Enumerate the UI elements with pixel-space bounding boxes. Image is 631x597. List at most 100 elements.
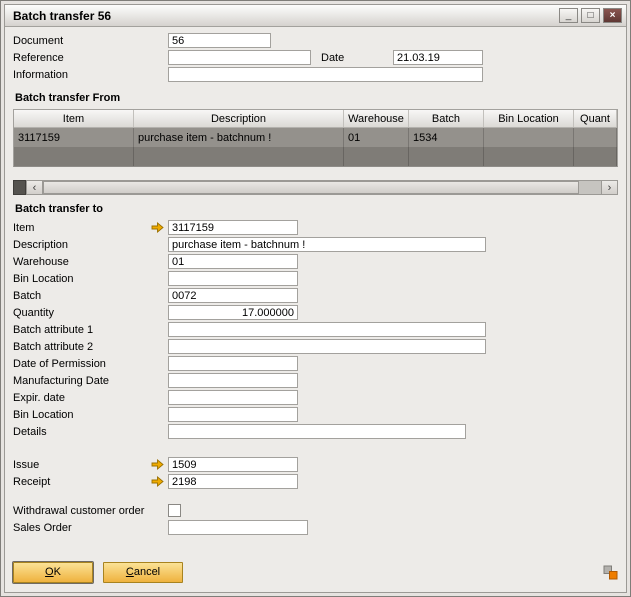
- description-input[interactable]: [168, 237, 486, 252]
- batch-row: Batch: [13, 288, 618, 303]
- manufacturing-date-label: Manufacturing Date: [13, 375, 151, 387]
- from-section-title: Batch transfer From: [15, 92, 618, 104]
- receipt-label: Receipt: [13, 476, 151, 488]
- issue-label: Issue: [13, 459, 151, 471]
- ok-button[interactable]: OK: [13, 562, 93, 583]
- link-arrow-icon[interactable]: [151, 458, 168, 471]
- manufacturing-date-input[interactable]: [168, 373, 298, 388]
- document-input[interactable]: [168, 33, 271, 48]
- batch-from-grid: Item Description Warehouse Batch Bin Loc…: [13, 109, 618, 167]
- document-label: Document: [13, 35, 168, 47]
- footer: OK Cancel: [13, 560, 618, 584]
- details-input[interactable]: [168, 424, 466, 439]
- cancel-button[interactable]: Cancel: [103, 562, 183, 583]
- batch-label: Batch: [13, 290, 151, 302]
- date-of-permission-input[interactable]: [168, 356, 298, 371]
- scroll-right-icon[interactable]: ›: [601, 180, 618, 195]
- reference-label: Reference: [13, 52, 168, 64]
- item-input[interactable]: [168, 220, 298, 235]
- minimize-button[interactable]: _: [559, 8, 578, 23]
- bin-location-2-input[interactable]: [168, 407, 298, 422]
- expir-date-input[interactable]: [168, 390, 298, 405]
- scrollbar-track[interactable]: [43, 180, 601, 195]
- window-controls: _ □ ×: [559, 8, 622, 23]
- batch-input[interactable]: [168, 288, 298, 303]
- cell-batch[interactable]: 1534: [409, 128, 484, 147]
- grid-row-1[interactable]: 3117159 purchase item - batchnum ! 01 15…: [14, 128, 617, 147]
- details-row: Details: [13, 424, 618, 439]
- maximize-button[interactable]: □: [581, 8, 600, 23]
- form-settings-icon[interactable]: [602, 564, 618, 580]
- warehouse-input[interactable]: [168, 254, 298, 269]
- spacer: [13, 537, 618, 560]
- batch-attribute-1-input[interactable]: [168, 322, 486, 337]
- batch-attribute-2-row: Batch attribute 2: [13, 339, 618, 354]
- cell-description[interactable]: purchase item - batchnum !: [134, 128, 344, 147]
- bin-location-2-label: Bin Location: [13, 409, 151, 421]
- column-header-quantity: Quant: [574, 110, 617, 127]
- issue-row: Issue: [13, 457, 618, 472]
- expir-date-label: Expir. date: [13, 392, 151, 404]
- batch-attribute-1-row: Batch attribute 1: [13, 322, 618, 337]
- cell-warehouse[interactable]: 01: [344, 128, 409, 147]
- warehouse-label: Warehouse: [13, 256, 151, 268]
- receipt-input[interactable]: [168, 474, 298, 489]
- bin-location-2-row: Bin Location: [13, 407, 618, 422]
- withdrawal-label: Withdrawal customer order: [13, 505, 168, 517]
- cell-bin-location[interactable]: [484, 128, 574, 147]
- cell-quantity[interactable]: [574, 128, 617, 147]
- sales-order-row: Sales Order: [13, 520, 618, 535]
- batch-attribute-2-input[interactable]: [168, 339, 486, 354]
- column-header-warehouse: Warehouse: [344, 110, 409, 127]
- date-of-permission-row: Date of Permission: [13, 356, 618, 371]
- window-title: Batch transfer 56: [13, 9, 559, 23]
- cancel-button-label: Cancel: [118, 566, 168, 578]
- withdrawal-checkbox[interactable]: [168, 504, 181, 517]
- information-row: Information: [13, 67, 618, 82]
- ok-button-label: OK: [28, 566, 78, 578]
- column-header-description: Description: [134, 110, 344, 127]
- to-section-title: Batch transfer to: [15, 203, 618, 215]
- grid-row-2[interactable]: [14, 147, 617, 166]
- information-input[interactable]: [168, 67, 483, 82]
- scrollbar-thumb[interactable]: [43, 181, 579, 194]
- quantity-row: Quantity: [13, 305, 618, 320]
- sales-order-input[interactable]: [168, 520, 308, 535]
- gap: [13, 441, 618, 457]
- issue-input[interactable]: [168, 457, 298, 472]
- manufacturing-date-row: Manufacturing Date: [13, 373, 618, 388]
- bin-location-label: Bin Location: [13, 273, 151, 285]
- cell-description-empty[interactable]: [134, 147, 344, 166]
- date-of-permission-label: Date of Permission: [13, 358, 151, 370]
- grid-header: Item Description Warehouse Batch Bin Loc…: [14, 110, 617, 128]
- scroll-left-icon[interactable]: ‹: [26, 180, 43, 195]
- bin-location-input[interactable]: [168, 271, 298, 286]
- cell-bin-location-empty[interactable]: [484, 147, 574, 166]
- form-content: Document Reference Date Information Batc…: [5, 27, 626, 592]
- bin-location-row: Bin Location: [13, 271, 618, 286]
- cell-warehouse-empty[interactable]: [344, 147, 409, 166]
- item-row: Item: [13, 220, 618, 235]
- cell-item-empty[interactable]: [14, 147, 134, 166]
- titlebar[interactable]: Batch transfer 56 _ □ ×: [5, 5, 626, 27]
- cell-batch-empty[interactable]: [409, 147, 484, 166]
- close-button[interactable]: ×: [603, 8, 622, 23]
- gap: [13, 491, 618, 503]
- batch-transfer-window: Batch transfer 56 _ □ × Document Referen…: [0, 0, 631, 597]
- item-label: Item: [13, 222, 151, 234]
- cell-item[interactable]: 3117159: [14, 128, 134, 147]
- cell-quantity-empty[interactable]: [574, 147, 617, 166]
- column-header-item: Item: [14, 110, 134, 127]
- date-input[interactable]: [393, 50, 483, 65]
- receipt-row: Receipt: [13, 474, 618, 489]
- quantity-input[interactable]: [168, 305, 298, 320]
- link-arrow-icon[interactable]: [151, 221, 168, 234]
- batch-attribute-2-label: Batch attribute 2: [13, 341, 151, 353]
- withdrawal-row: Withdrawal customer order: [13, 503, 618, 518]
- link-arrow-icon[interactable]: [151, 475, 168, 488]
- reference-input[interactable]: [168, 50, 311, 65]
- window-inner: Batch transfer 56 _ □ × Document Referen…: [4, 4, 627, 593]
- horizontal-scrollbar[interactable]: ‹ ›: [13, 180, 618, 195]
- warehouse-row: Warehouse: [13, 254, 618, 269]
- reference-row: Reference Date: [13, 50, 618, 65]
